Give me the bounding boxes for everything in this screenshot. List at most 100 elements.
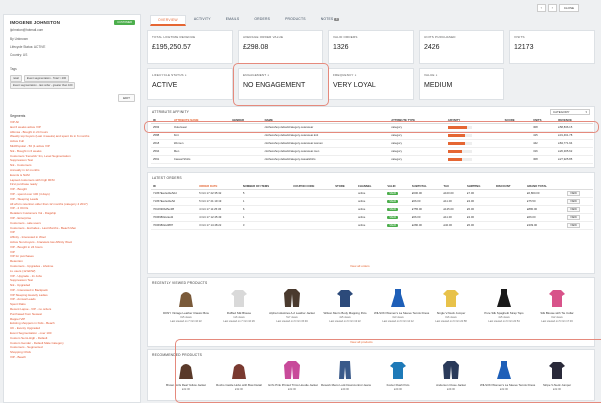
- table-row[interactable]: 70069802e0887 3 Oct 17 14:48:22 3 online VAL…: [151, 221, 593, 230]
- product-name[interactable]: Ruffled Silk Blouse: [215, 311, 263, 315]
- product-name[interactable]: Alpha Industries A-2 Leather Jacket: [268, 311, 316, 315]
- view-order-button[interactable]: VIEW: [567, 215, 580, 220]
- table-cell: category: [389, 147, 446, 156]
- help-icon[interactable]: ●: [355, 73, 357, 77]
- product-name[interactable]: Pure Silk Spaghetti Strap Tops: [480, 311, 528, 315]
- table-cell: [502, 147, 532, 156]
- table-row[interactable]: 7010690bd5e4f8 4 Oct 17 11:25:36 6 online VA…: [151, 205, 593, 214]
- close-button[interactable]: CLOSE: [558, 4, 579, 12]
- product-name[interactable]: Wilson Men's Body Mapping Polo: [321, 311, 369, 315]
- jacket-product-image[interactable]: [283, 288, 301, 308]
- tab-overview[interactable]: OVERVIEW: [150, 15, 186, 26]
- view-order-button[interactable]: VIEW: [567, 199, 580, 204]
- table-row[interactable]: 71057Ee2ed4e5dd 5 Oct 17 22:35:32 5 online V…: [151, 189, 593, 198]
- view-order-button[interactable]: VIEW: [567, 223, 580, 228]
- product-card[interactable]: Silk Blouse with Tie Collar 0x2 views Last…: [533, 288, 581, 323]
- stat-label-wrap: VALUE●: [424, 73, 438, 77]
- attribute-type-select[interactable]: CATEGORY ▾: [550, 109, 590, 115]
- table-row[interactable]: 2618 Women clothesshop.default/category.ou…: [151, 139, 593, 148]
- product-views: 3x3 views: [392, 316, 404, 319]
- affinity-bar: [447, 157, 463, 161]
- stat-card-valid-orders: VALID ORDERS 1326: [328, 30, 414, 64]
- product-card[interactable]: Alpha Industries A-2 Leather Jacket 5x7 v…: [268, 288, 316, 323]
- view-all-orders-link[interactable]: View all orders: [350, 264, 370, 268]
- product-card[interactable]: Ruffled Silk Blouse 1x6 views Last viewed …: [215, 288, 263, 323]
- tab-label: EMAILS: [225, 17, 240, 21]
- table-cell: [502, 139, 532, 148]
- affinity-cell: [445, 155, 503, 164]
- tag[interactable]: Event segmentation - Total > 200: [23, 75, 70, 82]
- dress-product-image[interactable]: [495, 288, 513, 308]
- previous-record-button[interactable]: ‹: [536, 4, 546, 12]
- table-cell: [493, 213, 525, 222]
- stat-card-value: VALUE● MEDIUM: [419, 68, 504, 100]
- table-row[interactable]: 70069802e4ed2 4 Oct 17 12:45:49 1 online VAL…: [151, 213, 593, 222]
- segments-title: Segments: [10, 114, 26, 118]
- affinity-row-highlight: [144, 121, 599, 133]
- table-row[interactable]: 2594 Men clothesshop.default/category.oute…: [151, 147, 593, 156]
- affinity-cell: [445, 147, 503, 156]
- top-product-image[interactable]: [548, 288, 566, 308]
- table-cell: £40.00: [441, 221, 465, 230]
- table-cell: 308: [531, 155, 557, 164]
- stat-label-wrap: LIFECYCLE STATUS●: [152, 73, 187, 77]
- top-product-image[interactable]: [336, 288, 354, 308]
- tag-list: retail Event segmentation - Total > 200: [10, 75, 70, 82]
- stat-value: MEDIUM: [424, 82, 453, 89]
- top-product-image[interactable]: [442, 288, 460, 308]
- product-last-viewed: Last viewed on 6 Oct 22:54: [488, 320, 520, 323]
- affinity-bar-track: [447, 133, 472, 137]
- dress-product-image[interactable]: [389, 288, 407, 308]
- affinity-bar: [447, 141, 465, 145]
- table-cell: £5.00: [465, 205, 494, 214]
- bag-product-image[interactable]: [177, 288, 195, 308]
- tab-notes[interactable]: NOTES 0: [314, 15, 346, 26]
- tab-orders[interactable]: ORDERS: [247, 15, 277, 26]
- orders-table: ID ORDER DATE NUMBER OF ITEMS COUPON CODE ST…: [151, 183, 593, 230]
- stat-label: TOTAL LIFETIME REVENUE: [152, 35, 196, 39]
- next-record-button[interactable]: ›: [547, 4, 557, 12]
- stat-value: 2426: [424, 44, 440, 51]
- product-name[interactable]: Silk Blouse with Tie Collar: [533, 311, 581, 315]
- product-views: 5x7 views: [286, 316, 298, 319]
- tab-label: ORDERS: [254, 17, 271, 21]
- tab-label: PRODUCTS: [285, 17, 306, 21]
- product-name[interactable]: Single V-Neck Jumper: [427, 311, 475, 315]
- product-last-viewed: Last viewed on 6 Oct 15:49: [276, 320, 308, 323]
- tab-emails[interactable]: EMAILS: [219, 15, 247, 26]
- valid-cell: VALID: [385, 197, 410, 206]
- top-product-image[interactable]: [230, 288, 248, 308]
- customer-email[interactable]: ijohnston@hotmail.com: [10, 28, 43, 32]
- product-card[interactable]: Pure Silk Spaghetti Strap Tops 4x5 views L…: [480, 288, 528, 323]
- recommended-highlight: [175, 339, 601, 403]
- product-name[interactable]: DKNY Vintage Leather Classic Bow: [162, 311, 210, 315]
- view-order-button[interactable]: VIEW: [567, 207, 580, 212]
- product-name[interactable]: WILSON Women's La Sleeve Tennis Dress: [374, 311, 429, 315]
- edit-button[interactable]: EDIT: [118, 94, 135, 102]
- valid-badge: VALID: [387, 224, 399, 227]
- table-cell: 442: [531, 139, 557, 148]
- table-row[interactable]: 71057Ee2ed4e5d 5 Oct 17 21:19:19 1 online VA…: [151, 197, 593, 206]
- view-order-button[interactable]: VIEW: [567, 191, 580, 196]
- product-views: 0x6 views: [445, 316, 457, 319]
- product-card[interactable]: Single V-Neck Jumper 0x6 views Last viewed…: [427, 288, 475, 323]
- product-card[interactable]: WILSON Women's La Sleeve Tennis Dress 3x3…: [374, 288, 429, 323]
- help-icon[interactable]: ●: [185, 73, 187, 77]
- product-card[interactable]: DKNY Vintage Leather Classic Bow 0x5 view…: [162, 288, 210, 323]
- table-row[interactable]: 2591 Casual Shirts clothesshop.default/cat…: [151, 155, 593, 164]
- tab-products[interactable]: PRODUCTS: [278, 15, 313, 26]
- stat-label: LIFECYCLE STATUS: [152, 73, 184, 77]
- product-last-viewed: Last viewed on 7 Oct 10:29: [223, 320, 255, 323]
- product-last-viewed: Last viewed on 5 Oct 17:33: [541, 320, 573, 323]
- tag[interactable]: retail: [10, 75, 22, 82]
- affinity-bar-track: [447, 141, 472, 145]
- tab-activity[interactable]: ACTIVITY: [187, 15, 218, 26]
- product-card[interactable]: Wilson Men's Body Mapping Polo 4x5 views L…: [321, 288, 369, 323]
- help-icon[interactable]: ●: [436, 73, 438, 77]
- table-cell: 4 Oct 17 12:45:49: [197, 213, 241, 222]
- customer-sidebar: IMOGENE JOHNSTON CUSTOMER ijohnston@hotm…: [3, 14, 141, 403]
- segment-link[interactable]: VIP - Beach: [10, 355, 130, 360]
- tag[interactable]: Event segmentation - last order - greate…: [10, 82, 76, 89]
- table-cell: £66.00: [524, 213, 566, 222]
- table-cell: £26,305.62: [556, 147, 593, 156]
